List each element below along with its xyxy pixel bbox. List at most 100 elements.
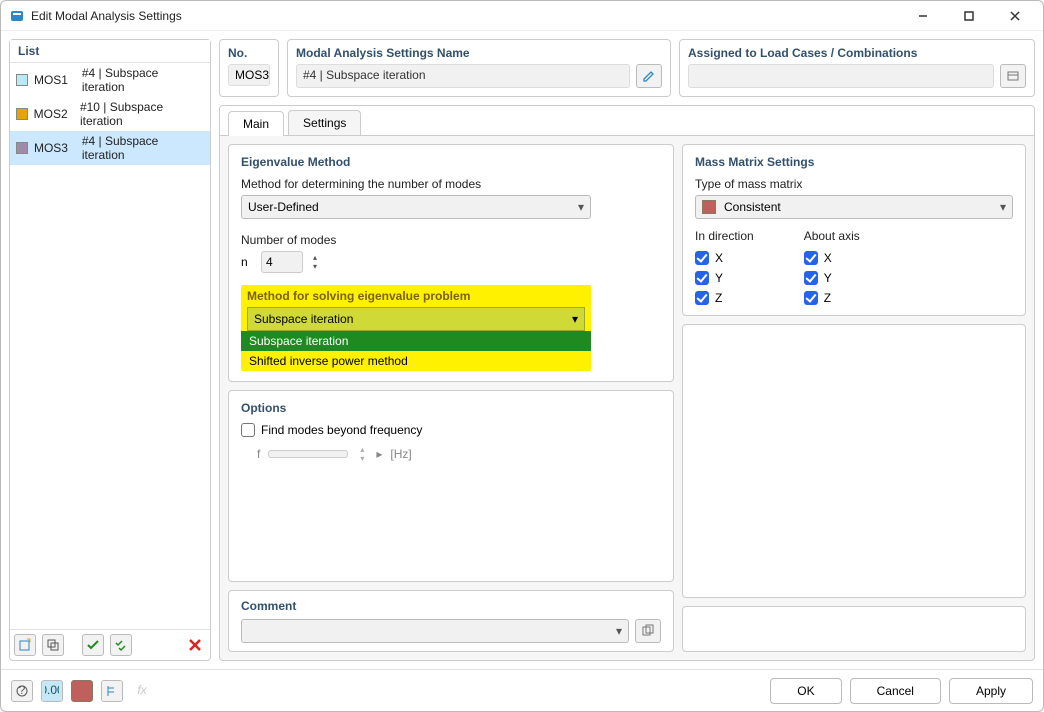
f-spinner[interactable]: ▴ ▾ bbox=[356, 445, 368, 463]
axis-x-checkbox[interactable] bbox=[804, 251, 818, 265]
window-close-button[interactable] bbox=[995, 2, 1035, 30]
spinner-down-icon[interactable]: ▾ bbox=[309, 262, 321, 271]
solve-method-dropdown: Subspace iteration Shifted inverse power… bbox=[241, 331, 591, 371]
num-spinner[interactable]: ▴ ▾ bbox=[309, 253, 321, 271]
tab-settings[interactable]: Settings bbox=[288, 110, 361, 135]
window-minimize-button[interactable] bbox=[903, 2, 943, 30]
about-axis-label: About axis bbox=[804, 229, 860, 243]
num-modes-label: Number of modes bbox=[241, 233, 661, 247]
num-letter: n bbox=[241, 255, 255, 269]
solve-option[interactable]: Shifted inverse power method bbox=[241, 351, 591, 371]
svg-text:0.00: 0.00 bbox=[45, 684, 59, 697]
mass-title: Mass Matrix Settings bbox=[695, 155, 1013, 169]
window-maximize-button[interactable] bbox=[949, 2, 989, 30]
no-value: MOS3 bbox=[228, 64, 270, 86]
name-title: Modal Analysis Settings Name bbox=[296, 46, 662, 60]
tab-main[interactable]: Main bbox=[228, 111, 284, 136]
list-toolbar bbox=[10, 629, 210, 660]
check-icon[interactable] bbox=[82, 634, 104, 656]
new-icon[interactable] bbox=[14, 634, 36, 656]
list-panel: List MOS1 #4 | Subspace iteration MOS2 #… bbox=[9, 39, 211, 661]
copy-icon[interactable] bbox=[42, 634, 64, 656]
titlebar: Edit Modal Analysis Settings bbox=[1, 1, 1043, 31]
dir-x-label: X bbox=[715, 251, 723, 265]
eigenvalue-group: Eigenvalue Method Method for determining… bbox=[228, 144, 674, 382]
spinner-up-icon[interactable]: ▴ bbox=[309, 253, 321, 262]
spinner-up-icon[interactable]: ▴ bbox=[356, 445, 368, 454]
list-item[interactable]: MOS1 #4 | Subspace iteration bbox=[10, 63, 210, 97]
cancel-button[interactable]: Cancel bbox=[850, 678, 941, 704]
axis-z-label: Z bbox=[824, 291, 831, 305]
list-item-label: #10 | Subspace iteration bbox=[80, 100, 204, 128]
mass-type-value: Consistent bbox=[724, 200, 781, 214]
list-swatch bbox=[16, 74, 28, 86]
no-card: No. MOS3 bbox=[219, 39, 279, 97]
name-card: Modal Analysis Settings Name #4 | Subspa… bbox=[287, 39, 671, 97]
help-icon[interactable]: ? bbox=[11, 680, 33, 702]
axis-y-checkbox[interactable] bbox=[804, 271, 818, 285]
assigned-browse-icon[interactable] bbox=[1000, 64, 1026, 88]
no-title: No. bbox=[228, 46, 270, 60]
assigned-title: Assigned to Load Cases / Combinations bbox=[688, 46, 1026, 60]
dialog-window: Edit Modal Analysis Settings List MOS1 #… bbox=[0, 0, 1044, 712]
f-letter: f bbox=[257, 447, 260, 461]
solve-method-value: Subspace iteration bbox=[254, 312, 353, 326]
assigned-card: Assigned to Load Cases / Combinations bbox=[679, 39, 1035, 97]
list-item[interactable]: MOS2 #10 | Subspace iteration bbox=[10, 97, 210, 131]
spinner-down-icon[interactable]: ▾ bbox=[356, 454, 368, 463]
tree-icon[interactable] bbox=[101, 680, 123, 702]
list-item[interactable]: MOS3 #4 | Subspace iteration bbox=[10, 131, 210, 165]
edit-name-icon[interactable] bbox=[636, 64, 662, 88]
list-item-code: MOS3 bbox=[34, 141, 76, 155]
axis-y-label: Y bbox=[824, 271, 832, 285]
list-item-label: #4 | Subspace iteration bbox=[82, 66, 204, 94]
list-header: List bbox=[10, 40, 210, 63]
dir-z-checkbox[interactable] bbox=[695, 291, 709, 305]
apply-button[interactable]: Apply bbox=[949, 678, 1033, 704]
check-all-icon[interactable] bbox=[110, 634, 132, 656]
empty-panel-2 bbox=[682, 606, 1026, 652]
method-value: User-Defined bbox=[248, 200, 319, 214]
dir-x-checkbox[interactable] bbox=[695, 251, 709, 265]
num-modes-input[interactable]: 4 bbox=[261, 251, 303, 273]
axis-z-checkbox[interactable] bbox=[804, 291, 818, 305]
mass-type-select[interactable]: Consistent ▾ bbox=[695, 195, 1013, 219]
solve-option[interactable]: Subspace iteration bbox=[241, 331, 591, 351]
comment-title: Comment bbox=[241, 599, 661, 613]
name-input[interactable]: #4 | Subspace iteration bbox=[296, 64, 630, 88]
list-item-label: #4 | Subspace iteration bbox=[82, 134, 204, 162]
solve-method-select[interactable]: Subspace iteration ▾ bbox=[247, 307, 585, 331]
units-icon[interactable]: 0.00 bbox=[41, 680, 63, 702]
fx-icon[interactable]: fx bbox=[131, 680, 153, 702]
list-body: MOS1 #4 | Subspace iteration MOS2 #10 | … bbox=[10, 63, 210, 629]
chevron-down-icon: ▾ bbox=[616, 624, 622, 638]
method-label: Method for determining the number of mod… bbox=[241, 177, 661, 191]
solve-method-block: Method for solving eigenvalue problem Su… bbox=[241, 285, 591, 371]
chevron-down-icon: ▾ bbox=[572, 312, 578, 326]
mass-swatch bbox=[702, 200, 716, 214]
options-group: Options Find modes beyond frequency f ▴ bbox=[228, 390, 674, 582]
svg-text:fx: fx bbox=[137, 684, 147, 697]
list-swatch bbox=[16, 108, 28, 120]
comment-extra-icon[interactable] bbox=[635, 619, 661, 643]
dir-y-checkbox[interactable] bbox=[695, 271, 709, 285]
color-icon[interactable] bbox=[71, 680, 93, 702]
f-unit: [Hz] bbox=[390, 447, 411, 461]
find-modes-checkbox[interactable] bbox=[241, 423, 255, 437]
axis-x-label: X bbox=[824, 251, 832, 265]
window-title: Edit Modal Analysis Settings bbox=[31, 9, 182, 23]
svg-text:?: ? bbox=[19, 684, 26, 697]
ok-button[interactable]: OK bbox=[770, 678, 841, 704]
f-input[interactable] bbox=[268, 450, 348, 458]
comment-group: Comment ▾ bbox=[228, 590, 674, 652]
list-swatch bbox=[16, 142, 28, 154]
mass-group: Mass Matrix Settings Type of mass matrix… bbox=[682, 144, 1026, 316]
assigned-input[interactable] bbox=[688, 64, 994, 88]
comment-input[interactable]: ▾ bbox=[241, 619, 629, 643]
eigenvalue-title: Eigenvalue Method bbox=[241, 155, 661, 169]
find-modes-label: Find modes beyond frequency bbox=[261, 423, 422, 437]
delete-icon[interactable] bbox=[184, 634, 206, 656]
f-forward-icon: ▸ bbox=[376, 447, 382, 461]
mass-type-label: Type of mass matrix bbox=[695, 177, 1013, 191]
method-select[interactable]: User-Defined ▾ bbox=[241, 195, 591, 219]
